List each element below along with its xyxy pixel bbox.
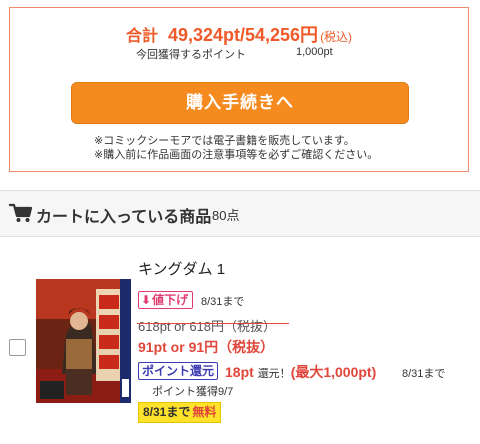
book-cover-image[interactable] [36,279,131,403]
points-earned-line: 今回獲得するポイント 1,000pt [136,46,376,62]
note-line: ※購入前に作品画面の注意事項等を必ずご確認ください。 [94,149,379,161]
strikethrough-line [137,323,289,324]
original-price: 618pt or 618円（税抜） [138,319,277,334]
free-label: 無料 [192,405,217,419]
points-return-until: 8/31まで [402,368,446,380]
item-select-checkbox[interactable] [9,339,26,356]
sale-price: 91pt or 91円（税抜） [138,339,275,355]
total-value: 49,324pt/54,256円 [167,25,319,45]
discount-until: 8/31まで [201,296,245,308]
cart-count: 80点 [212,208,240,223]
points-return-amount: 18pt [225,364,254,380]
points-return-text: 18pt 還元！(最大1,000pt) [225,362,376,382]
discount-badge: ⬇値下げ [138,291,194,309]
free-until-badge: 8/31まで 無料 [138,402,222,423]
item-title[interactable]: キングダム 1 [138,258,225,279]
total-price-line: 合計 49,324pt/54,256円 (税込) [10,21,468,47]
discount-badge-label: 値下げ [152,293,189,307]
cart-section: カートに入っている商品 80点 キングダム 1 ⬇値下げ 8/31まで 618p… [0,190,480,444]
total-label: 合計 [125,28,158,45]
cart-item: キングダム 1 ⬇値下げ 8/31まで 618pt or 618円（税抜） 91… [0,237,480,444]
tax-note: (税込) [320,30,353,44]
cart-header: カートに入っている商品 80点 [0,191,480,237]
checkout-button[interactable]: 購入手続きへ [71,82,409,124]
points-return-badge: ポイント還元 [138,362,219,380]
cart-icon [9,203,33,222]
points-earned-label: 今回獲得するポイント [136,49,246,61]
points-earned-value: 1,000pt [296,46,333,58]
note-line: ※コミックシーモアでは電子書籍を販売しています。 [94,135,355,147]
free-until-date: 8/31まで [143,405,191,419]
cart-summary: 合計 49,324pt/54,256円 (税込) 今回獲得するポイント 1,000p… [9,7,469,172]
points-return-max: (最大1,000pt) [290,364,377,380]
purchase-notes: ※コミックシーモアでは電子書籍を販売しています。 ※購入前に作品画面の注意事項等… [94,134,378,162]
points-return-suffix: 還元！ [257,368,291,380]
cart-title: カートに入っている商品 [36,209,212,226]
points-grant-date: ポイント獲得9/7 [152,386,234,398]
down-arrow-icon: ⬇ [141,293,152,307]
